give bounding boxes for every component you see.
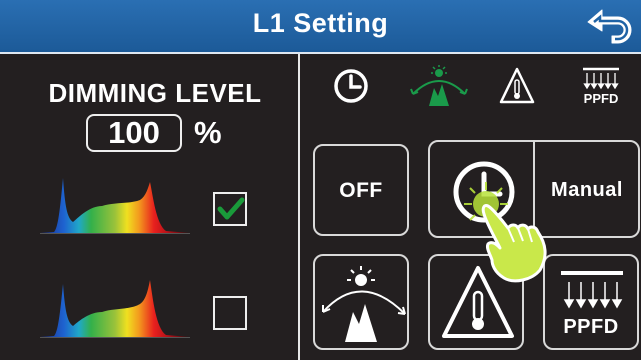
ppfd-icon[interactable]: PPFD [579, 66, 623, 108]
off-button[interactable]: OFF [313, 144, 409, 236]
ppfd-tab-label: PPFD [584, 91, 619, 106]
dimming-level-value[interactable]: 100 [86, 114, 182, 152]
ppfd-label: PPFD [563, 316, 619, 338]
off-label: OFF [339, 179, 383, 202]
spectrum-1-checkbox[interactable] [213, 192, 247, 226]
temperature-warning-icon[interactable] [499, 66, 535, 106]
dimming-level-label: DIMMING LEVEL [48, 78, 262, 108]
spectrum-2-checkbox[interactable] [213, 296, 247, 330]
back-arrow-icon[interactable] [584, 7, 636, 45]
sunrise-sunset-icon[interactable] [409, 64, 469, 108]
sunrise-sunset-icon [322, 266, 406, 342]
checkmark-icon [217, 197, 245, 220]
header-bar: L1 Setting [0, 0, 641, 54]
clock-icon[interactable] [333, 68, 369, 104]
dimming-unit: % [194, 115, 222, 150]
sunrise-sunset-button[interactable] [313, 254, 409, 350]
spectrum-chart-2 [40, 280, 190, 338]
spectrum-chart-1 [40, 178, 190, 234]
page-title: L1 Setting [252, 8, 389, 38]
tap-hand-icon [464, 182, 547, 283]
